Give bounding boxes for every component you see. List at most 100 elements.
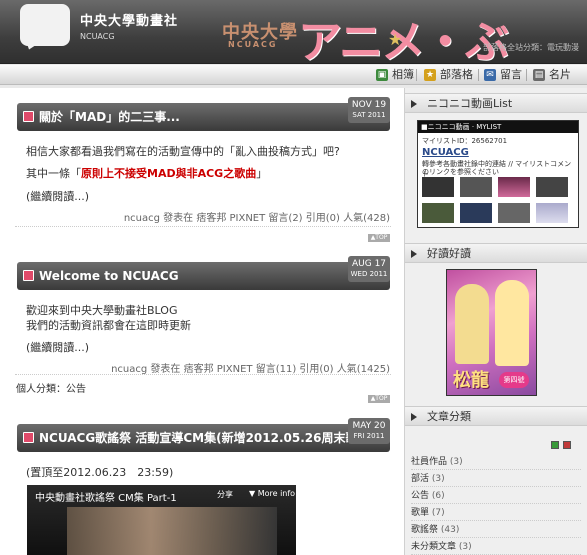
video-title[interactable]: 中央動畫社歌謠祭 CM集 Part-1 xyxy=(35,489,177,504)
post-date-day: MAY 20 xyxy=(352,421,386,431)
niconico-bar: ■ニコニコ動画 · MYLIST xyxy=(418,121,578,133)
sidebar-section-header: ニコニコ動画List xyxy=(405,93,587,113)
speech-bubble-tail xyxy=(23,38,41,52)
post-divider xyxy=(15,226,391,227)
post-text-prefix: 其中一條「 xyxy=(26,167,81,180)
post-date-badge: MAY 20 FRI 2011 xyxy=(348,418,390,444)
video-more-info-button[interactable]: ▼ More info xyxy=(249,489,295,498)
blog-category-label[interactable]: 部落格全站分類：電玩動漫 xyxy=(483,42,579,53)
category-item[interactable]: 歌單 (7) xyxy=(411,505,581,521)
nav-guestbook-label: 留言 xyxy=(500,68,522,81)
category-item[interactable]: 歌謠祭 (43) xyxy=(411,522,581,538)
post-text-line: 我們的活動資訊都會在這即時更新 xyxy=(26,319,191,332)
post-title-bar[interactable]: Welcome to NCUACG AUG 17 WED 2011 xyxy=(17,256,390,290)
nav-guestbook[interactable]: ✉ 留言 xyxy=(482,67,522,83)
category-count: (3) xyxy=(458,542,472,552)
back-to-top-button[interactable]: ▲TOP xyxy=(368,395,390,403)
category-name[interactable]: 公告 xyxy=(411,491,429,501)
book-character xyxy=(495,280,529,366)
post-date-badge: AUG 17 WED 2011 xyxy=(348,256,390,282)
category-count: (43) xyxy=(440,525,460,535)
video-thumbnail[interactable] xyxy=(498,177,530,197)
post-title-bar[interactable]: NCUACG歌謠祭 活動宣導CM集(新增2012.05.26周末歌謠祭 MAY … xyxy=(17,418,390,452)
nav-divider xyxy=(416,69,417,81)
post-title-bar[interactable]: 關於「MAD」的二三事... NOV 19 SAT 2011 xyxy=(17,97,390,131)
post-meta[interactable]: ncuacg 發表在 痞客邦 PIXNET 留言(2) 引用(0) 人氣(428… xyxy=(124,209,390,224)
post-title[interactable]: NCUACG歌謠祭 活動宣導CM集(新增2012.05.26周末歌謠祭 xyxy=(39,431,382,445)
category-item[interactable]: 部活 (3) xyxy=(411,471,581,487)
video-thumbnail[interactable] xyxy=(460,177,492,197)
post-highlight-text: 原則上不接受MAD與非ACG之歌曲 xyxy=(81,167,257,180)
post-tag-icon xyxy=(23,432,34,443)
category-name[interactable]: 部活 xyxy=(411,474,429,484)
star-icon: ★ xyxy=(424,69,436,81)
post-text-line: 歡迎來到中央大學動畫社BLOG xyxy=(26,304,178,317)
post-category[interactable]: 個人分類：公告 xyxy=(16,380,86,395)
post-date-sub: FRI 2011 xyxy=(353,432,385,440)
book-cover-image[interactable]: 松龍 第四號 xyxy=(446,269,537,396)
sidebar-book-heading: 好讀好讀 xyxy=(427,247,471,260)
category-name[interactable]: 歌謠祭 xyxy=(411,525,438,535)
message-icon: ✉ xyxy=(484,69,496,81)
sidebar-nico-heading: ニコニコ動画List xyxy=(427,97,513,110)
post-title[interactable]: Welcome to NCUACG xyxy=(39,269,179,283)
post-text-line: 其中一條「原則上不接受MAD與非ACG之歌曲」 xyxy=(26,165,267,181)
video-thumbnail[interactable] xyxy=(536,177,568,197)
site-header: 中央大學動畫社 NCUACG 中央大學 NCUACG アニメ・ぶ ★ 部落格全站… xyxy=(0,0,587,64)
nav-blog[interactable]: ★ 部落格 xyxy=(422,67,473,83)
category-name[interactable]: 社員作品 xyxy=(411,457,447,467)
category-count: (3) xyxy=(449,457,463,467)
expand-icon[interactable] xyxy=(551,441,559,449)
back-to-top-button[interactable]: ▲TOP xyxy=(368,234,390,242)
post-divider xyxy=(15,374,391,375)
video-thumbnail[interactable] xyxy=(422,177,454,197)
nav-album-label: 相簿 xyxy=(392,68,414,81)
site-title[interactable]: 中央大學動畫社 xyxy=(80,10,178,29)
nav-divider xyxy=(478,69,479,81)
category-count: (7) xyxy=(431,508,445,518)
mylist-name-link[interactable]: NCUACG xyxy=(422,147,469,158)
read-more-link[interactable]: (繼續閱讀...) xyxy=(26,339,89,355)
post-tag-icon xyxy=(23,270,34,281)
category-name[interactable]: 未分類文章 xyxy=(411,542,456,552)
post-meta[interactable]: ncuacg 發表在 痞客邦 PIXNET 留言(11) 引用(0) 人氣(14… xyxy=(111,360,390,375)
collapse-icon[interactable] xyxy=(563,441,571,449)
sidebar-section-header: 好讀好讀 xyxy=(405,243,587,263)
nav-card[interactable]: ▤ 名片 xyxy=(531,67,571,83)
star-icon: ★ xyxy=(388,30,403,49)
post-pinned-note: (置頂至2012.06.23 23:59) xyxy=(26,466,174,479)
sidebar: ニコニコ動画List ■ニコニコ動画 · MYLIST マイリストID：2656… xyxy=(404,88,587,555)
category-item[interactable]: 公告 (6) xyxy=(411,488,581,504)
post-date-day: NOV 19 xyxy=(351,100,387,110)
category-item[interactable]: 社員作品 (3) xyxy=(411,454,581,470)
main-content: 關於「MAD」的二三事... NOV 19 SAT 2011 相信大家都看過我們… xyxy=(0,88,404,555)
embedded-video-player[interactable]: 中央動畫社歌謠祭 CM集 Part-1 分享 ▼ More info xyxy=(27,485,296,555)
book-badge: 第四號 xyxy=(499,372,529,388)
book-title: 松龍 xyxy=(453,370,489,391)
arrow-right-icon xyxy=(411,100,417,108)
nav-divider xyxy=(526,69,527,81)
sidebar-category-heading: 文章分類 xyxy=(427,410,471,423)
video-thumbnail[interactable] xyxy=(422,203,454,223)
category-count: (6) xyxy=(431,491,445,501)
nav-album[interactable]: ▣ 相簿 xyxy=(374,67,414,83)
category-name[interactable]: 歌單 xyxy=(411,508,429,518)
banner-logo-sub: NCUACG xyxy=(228,40,278,49)
site-subtitle: NCUACG xyxy=(80,32,115,41)
video-thumbnail[interactable] xyxy=(536,203,568,223)
video-thumbnail[interactable] xyxy=(460,203,492,223)
video-thumbnail[interactable] xyxy=(498,203,530,223)
niconico-mylist-widget[interactable]: ■ニコニコ動画 · MYLIST マイリストID：26562701 NCUACG… xyxy=(417,120,579,228)
video-share-button[interactable]: 分享 xyxy=(217,489,233,500)
photo-album-icon: ▣ xyxy=(376,69,388,81)
category-item[interactable]: 未分類文章 (3) xyxy=(411,539,581,555)
book-character xyxy=(455,284,489,364)
post-date-sub: SAT 2011 xyxy=(352,111,386,119)
top-navigation: ▣ 相簿 ★ 部落格 ✉ 留言 ▤ 名片 xyxy=(0,65,587,85)
mylist-id: マイリストID：26562701 xyxy=(422,137,508,145)
post-date-sub: WED 2011 xyxy=(350,270,388,278)
post-title[interactable]: 關於「MAD」的二三事... xyxy=(39,110,180,124)
post-date-day: AUG 17 xyxy=(351,259,387,269)
read-more-link[interactable]: (繼續閱讀...) xyxy=(26,188,89,204)
sidebar-section-header: 文章分類 xyxy=(405,406,587,426)
